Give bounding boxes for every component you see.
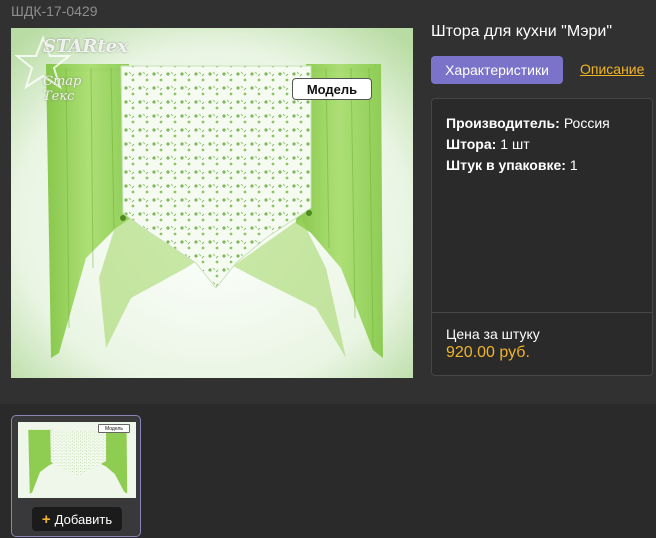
thumbnail-image[interactable]: Модель — [18, 422, 136, 498]
price-divider — [432, 312, 652, 313]
product-sku: ШДК-17-0429 — [11, 3, 98, 19]
brand-logo: STARtex Стар Текс — [13, 30, 128, 104]
thumbnail-curtain-illustration — [18, 422, 136, 498]
tab-characteristics[interactable]: Характеристики — [431, 56, 563, 84]
thumbnail-model-badge: Модель — [98, 424, 130, 433]
spec-key: Штук в упаковке: — [446, 157, 566, 173]
spec-curtain: Штора: 1 шт — [446, 136, 530, 152]
spec-value: Россия — [563, 115, 610, 131]
thumbnail-card[interactable]: Модель + Добавить — [11, 415, 141, 537]
model-badge: Модель — [292, 78, 372, 100]
logo-text: STARtex — [43, 36, 128, 57]
product-panel: ШДК-17-0429 STARtex Стар Текс Модель Што… — [0, 0, 656, 404]
plus-icon: + — [41, 510, 51, 528]
tab-description[interactable]: Описание — [580, 61, 644, 77]
spec-value: 1 шт — [500, 136, 530, 152]
price-label: Цена за штуку — [446, 326, 540, 342]
spec-key: Производитель: — [446, 115, 560, 131]
add-button[interactable]: + Добавить — [32, 507, 122, 531]
spec-key: Штора: — [446, 136, 497, 152]
price-value: 920.00 руб. — [446, 344, 530, 361]
product-image[interactable]: STARtex Стар Текс Модель — [11, 28, 413, 378]
spec-pack-count: Штук в упаковке: 1 — [446, 157, 578, 173]
add-button-label: Добавить — [54, 511, 113, 527]
specs-panel: Производитель: Россия Штора: 1 шт Штук в у… — [431, 98, 653, 376]
spec-value: 1 — [569, 157, 578, 173]
logo-subtext: Стар Текс — [43, 74, 82, 104]
spec-manufacturer: Производитель: Россия — [446, 115, 610, 131]
product-title: Штора для кухни "Мэри" — [431, 23, 612, 40]
